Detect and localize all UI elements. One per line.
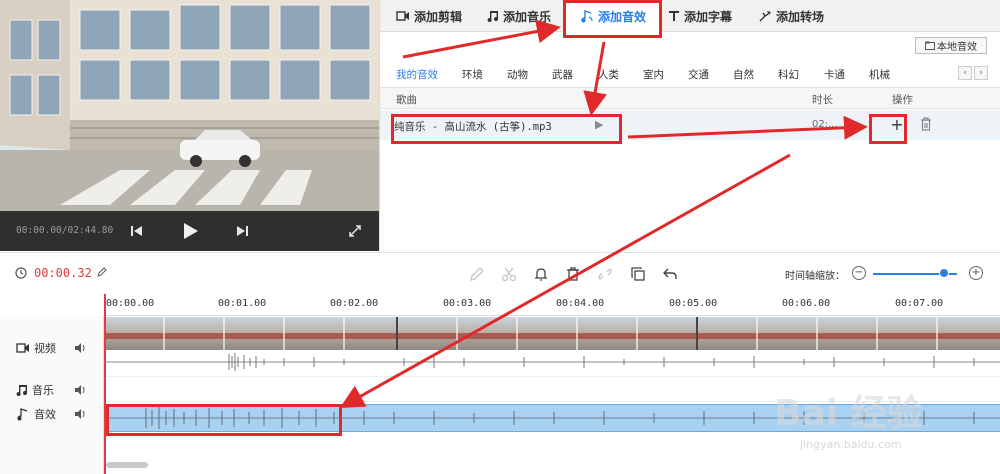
category-human[interactable]: 人类 (598, 67, 619, 82)
category-cartoon[interactable]: 卡通 (824, 67, 845, 82)
watermark: Bai 经验 jingyan.baidu.com (760, 384, 990, 470)
category-traffic[interactable]: 交通 (688, 67, 709, 82)
local-button-label: 本地音效 (937, 42, 977, 53)
annotation-box-add-button (869, 114, 907, 144)
skip-back-icon (131, 226, 142, 236)
ruler-tick: 00:01.00 (218, 298, 267, 309)
track-label-music: 音乐 (16, 382, 54, 398)
sound-effect-icon (16, 407, 30, 421)
local-sound-effect-button[interactable]: 本地音效 (915, 37, 987, 54)
speaker-icon[interactable] (74, 342, 86, 354)
current-time: 00:00.32 (34, 266, 92, 280)
pencil-icon[interactable] (467, 264, 487, 284)
unlink-icon[interactable] (595, 264, 615, 284)
horizontal-scrollbar[interactable] (106, 462, 148, 468)
track-name: 音效 (34, 408, 56, 421)
edit-toolbar: 00:00.32 时间轴缩放： − + (0, 252, 1000, 294)
ruler-tick: 00:03.00 (443, 298, 492, 309)
ruler-tick: 00:07.00 (895, 298, 944, 309)
skip-forward-icon (237, 226, 248, 236)
play-icon (184, 223, 198, 239)
ruler-tick: 00:04.00 (556, 298, 605, 309)
zoom-in-button[interactable]: + (969, 266, 983, 280)
transition-icon (758, 10, 772, 23)
category-next-button[interactable]: › (974, 66, 988, 80)
track-labels: 视频 音乐 音效 (0, 316, 104, 474)
delete-icon[interactable] (920, 117, 934, 133)
category-indoor[interactable]: 室内 (643, 67, 664, 82)
playhead[interactable] (104, 294, 106, 474)
col-duration: 时长 (812, 94, 833, 106)
video-clip-track[interactable] (104, 317, 1000, 350)
video-preview: 00:00.00/02:44.80 (0, 0, 379, 251)
watermark-logo: Bai 经验 (774, 393, 923, 434)
play-button[interactable] (180, 221, 200, 241)
video-audio-waveform (104, 350, 1000, 374)
category-prev-button[interactable]: ‹ (958, 66, 972, 80)
edit-time-icon[interactable] (97, 267, 107, 280)
tab-add-transition[interactable]: 添加转场 (758, 0, 824, 32)
col-song: 歌曲 (396, 94, 417, 106)
scissors-icon[interactable] (499, 264, 519, 284)
speaker-icon[interactable] (74, 408, 86, 420)
tab-label: 添加剪辑 (414, 9, 463, 24)
sound-duration: 02:... (812, 119, 838, 130)
track-label-effect: 音效 (16, 406, 56, 422)
tab-label: 添加字幕 (684, 9, 733, 24)
copy-icon[interactable] (628, 264, 648, 284)
next-frame-button[interactable] (232, 221, 252, 241)
clock-icon (15, 267, 27, 279)
zoom-slider-handle[interactable] (939, 268, 950, 278)
track-name: 音乐 (32, 384, 54, 397)
category-environment[interactable]: 环境 (462, 67, 483, 82)
zoom-label: 时间轴缩放： (785, 271, 845, 282)
tab-add-music[interactable]: 添加音乐 (487, 0, 551, 32)
previous-frame-button[interactable] (127, 221, 147, 241)
category-tabs: 我的音效 环境 动物 武器 人类 室内 交通 自然 科幻 卡通 机械 ‹ › (380, 64, 1000, 84)
fullscreen-button[interactable] (345, 221, 365, 241)
category-machine[interactable]: 机械 (869, 67, 890, 82)
category-nature[interactable]: 自然 (733, 67, 754, 82)
category-scifi[interactable]: 科幻 (778, 67, 799, 82)
annotation-box-sound-file (391, 114, 622, 144)
video-icon (396, 10, 410, 22)
ruler-tick: 00:05.00 (669, 298, 718, 309)
annotation-box-effect-clip (106, 404, 342, 436)
preview-frame (0, 0, 379, 211)
zoom-out-button[interactable]: − (852, 266, 866, 280)
tab-label: 添加音乐 (503, 9, 552, 24)
tab-label: 添加转场 (776, 9, 825, 24)
tab-add-subtitle[interactable]: 添加字幕 (668, 0, 732, 32)
category-animal[interactable]: 动物 (507, 67, 528, 82)
watermark-url: jingyan.baidu.com (800, 438, 902, 451)
bell-icon[interactable] (531, 264, 551, 284)
col-action: 操作 (892, 94, 913, 106)
ruler-tick: 00:00.00 (106, 298, 155, 309)
time-ruler[interactable]: 00:00.00 00:01.00 00:02.00 00:03.00 00:0… (104, 294, 1000, 316)
list-header: 歌曲 时长 操作 (380, 87, 1000, 109)
track-label-video: 视频 (16, 340, 56, 356)
text-icon (668, 10, 680, 22)
speaker-icon[interactable] (74, 384, 86, 396)
track-name: 视频 (34, 342, 56, 355)
ruler-tick: 00:02.00 (330, 298, 379, 309)
annotation-box-sound-tab (563, 0, 662, 38)
tab-bar: 添加剪辑 添加音乐 添加音效 添加字幕 添加转场 (380, 0, 1000, 32)
ruler-tick: 00:06.00 (782, 298, 831, 309)
undo-icon[interactable] (660, 264, 680, 284)
video-icon (16, 342, 30, 354)
music-note-icon (487, 10, 499, 23)
trash-icon[interactable] (563, 264, 583, 284)
player-controls: 00:00.00/02:44.80 (0, 211, 379, 251)
tab-add-clip[interactable]: 添加剪辑 (396, 0, 462, 32)
category-my-effects[interactable]: 我的音效 (396, 67, 438, 82)
folder-icon (925, 41, 935, 50)
preview-time: 00:00.00/02:44.80 (16, 225, 114, 236)
fullscreen-icon (349, 225, 361, 237)
category-weapon[interactable]: 武器 (552, 67, 573, 82)
music-note-icon (16, 384, 28, 397)
